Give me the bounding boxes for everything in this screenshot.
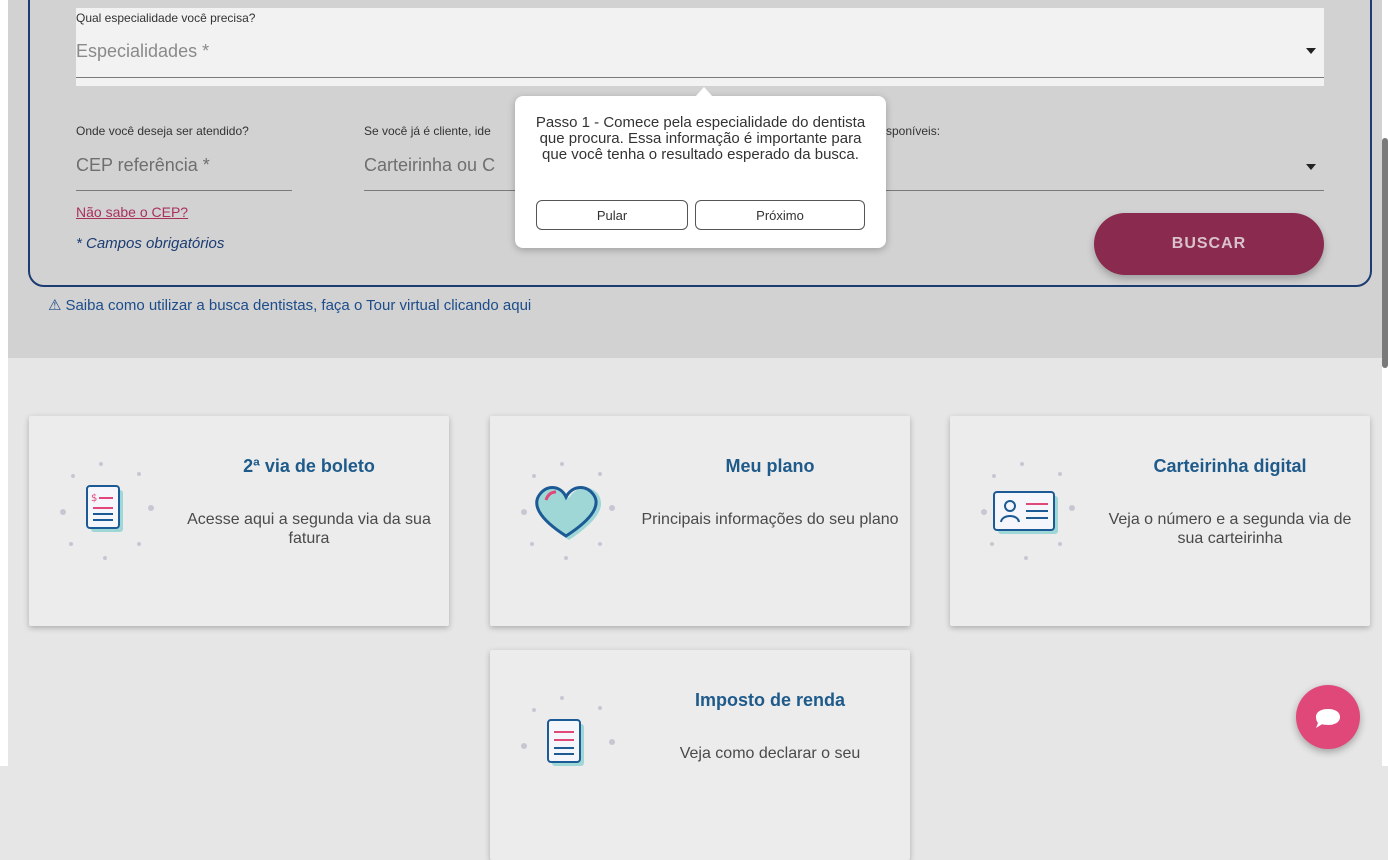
specialty-label: Qual especialidade você precisa? xyxy=(76,11,256,25)
client-label-tail: sponíveis: xyxy=(886,124,941,138)
cep-input[interactable]: CEP referência * xyxy=(76,155,210,176)
tooltip-arrow xyxy=(695,87,713,97)
tooltip-text: Passo 1 - Comece pela especialidade do d… xyxy=(535,114,866,163)
scrollbar-thumb[interactable] xyxy=(1382,138,1388,368)
card-title: Meu plano xyxy=(725,456,815,476)
card-description: Acesse aqui a segunda via da sua fatura xyxy=(187,511,431,547)
invoice-icon: $ xyxy=(53,456,163,566)
card-title: 2ª via de boleto xyxy=(243,456,375,476)
card-boleto[interactable]: $ 2ª via de boleto Acesse aqui a segunda… xyxy=(29,416,449,626)
chevron-down-icon xyxy=(1306,48,1316,54)
search-button[interactable]: BUSCAR xyxy=(1094,213,1324,275)
skip-button[interactable]: Pular xyxy=(536,200,688,230)
heart-icon xyxy=(514,456,624,566)
page-left-edge xyxy=(0,0,8,766)
warning-icon: ⚠ xyxy=(48,297,62,314)
card-title: Imposto de renda xyxy=(694,690,846,710)
card-title: Carteirinha digital xyxy=(1153,456,1307,476)
card-imposto-renda[interactable]: Imposto de renda Veja como declarar o se… xyxy=(490,650,910,860)
virtual-tour-link[interactable]: ⚠ Saiba como utilizar a busca dentistas, … xyxy=(48,296,531,314)
client-label: Se você já é cliente, ide xyxy=(364,124,491,138)
id-card-icon xyxy=(974,456,1084,566)
specialty-underline xyxy=(76,77,1324,78)
chat-bubble-icon xyxy=(1316,709,1340,728)
specialty-select[interactable]: Qual especialidade você precisa? Especia… xyxy=(76,8,1324,86)
required-fields-note: * Campos obrigatórios xyxy=(76,235,225,252)
card-description: Veja o número e a segunda via de sua car… xyxy=(1108,511,1352,547)
cep-label: Onde você deseja ser atendido? xyxy=(76,124,249,138)
specialty-placeholder: Especialidades * xyxy=(76,41,210,61)
virtual-tour-text: Saiba como utilizar a busca dentistas, f… xyxy=(65,297,532,314)
cep-help-link[interactable]: Não sabe o CEP? xyxy=(76,204,188,220)
card-description: Principais informações do seu plano xyxy=(641,511,899,528)
cep-underline xyxy=(76,190,292,191)
card-meu-plano[interactable]: Meu plano Principais informações do seu … xyxy=(490,416,910,626)
document-icon xyxy=(514,690,624,800)
svg-text:$: $ xyxy=(91,493,97,504)
card-number-input[interactable]: Carteirinha ou C xyxy=(364,155,495,176)
chat-button[interactable] xyxy=(1296,685,1360,749)
card-carteirinha[interactable]: Carteirinha digital Veja o número e a se… xyxy=(950,416,1370,626)
tour-tooltip: Passo 1 - Comece pela especialidade do d… xyxy=(515,87,886,248)
card-description: Veja como declarar o seu xyxy=(679,745,861,762)
next-button[interactable]: Próximo xyxy=(695,200,865,230)
scrollbar-track[interactable] xyxy=(1382,0,1388,766)
chevron-down-icon xyxy=(1306,164,1316,170)
